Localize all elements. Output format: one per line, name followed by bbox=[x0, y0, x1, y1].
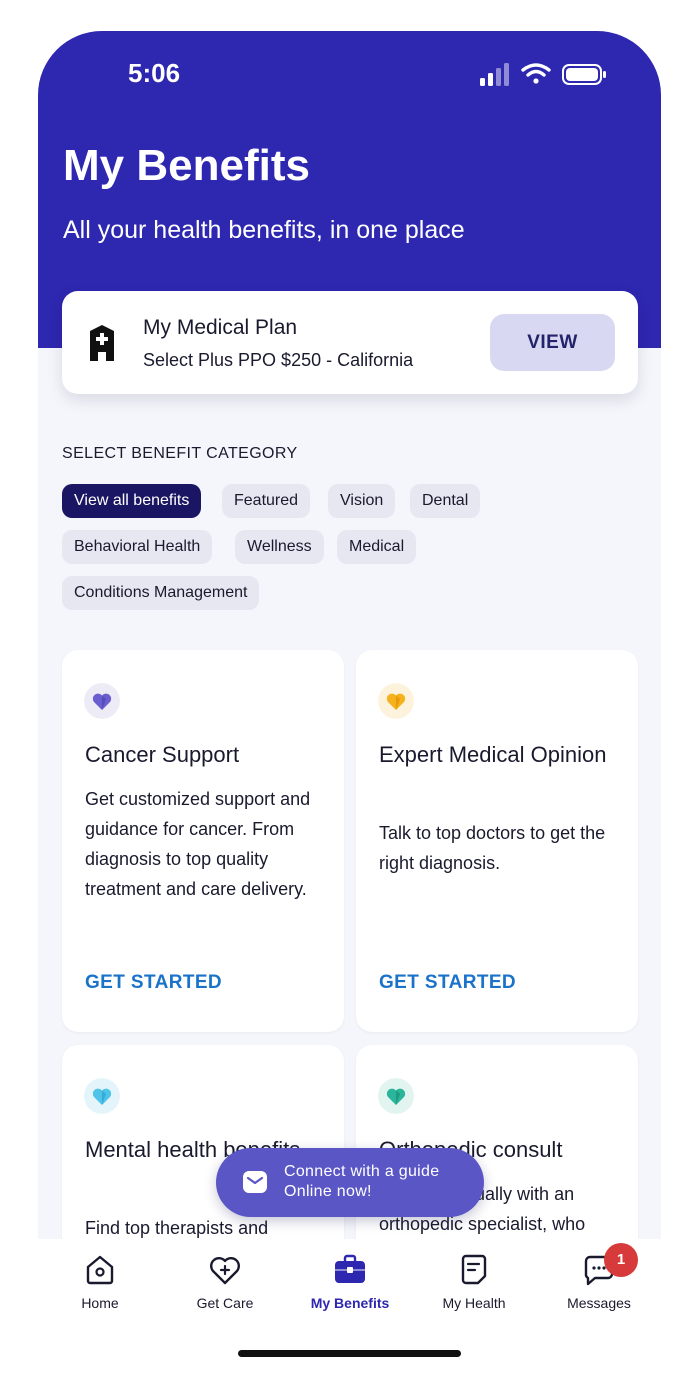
page-title: My Benefits bbox=[63, 141, 310, 190]
chip-wellness[interactable]: Wellness bbox=[235, 530, 324, 564]
tab-label: My Health bbox=[442, 1295, 506, 1311]
view-plan-button[interactable]: VIEW bbox=[490, 314, 615, 371]
tab-my-benefits[interactable]: My Benefits bbox=[288, 1253, 412, 1311]
home-icon bbox=[86, 1255, 114, 1285]
status-icons bbox=[480, 63, 606, 86]
heart-teal-icon bbox=[378, 1078, 414, 1114]
chip-vision[interactable]: Vision bbox=[328, 484, 396, 518]
plan-title: My Medical Plan bbox=[143, 316, 298, 339]
medical-plan-card[interactable]: My Medical Plan Select Plus PPO $250 - C… bbox=[62, 291, 638, 394]
chip-view-all-benefits[interactable]: View all benefits bbox=[62, 484, 202, 518]
message-icon bbox=[243, 1171, 267, 1193]
home-indicator[interactable] bbox=[238, 1350, 461, 1357]
heart-plus-icon bbox=[210, 1257, 240, 1285]
heart-blue-icon bbox=[84, 1078, 120, 1114]
page-subtitle: All your health benefits, in one place bbox=[63, 216, 465, 244]
tab-label: My Benefits bbox=[310, 1295, 390, 1311]
battery-icon bbox=[562, 64, 606, 85]
get-started-link[interactable]: GET STARTED bbox=[379, 972, 516, 994]
wifi-icon bbox=[521, 63, 551, 84]
hospital-icon bbox=[90, 325, 114, 361]
heart-yellow-icon bbox=[378, 683, 414, 719]
tab-messages[interactable]: Messages 1 bbox=[537, 1243, 661, 1311]
connect-guide-button[interactable]: Connect with a guide Online now! bbox=[216, 1148, 484, 1217]
card-title: Expert Medical Opinion bbox=[379, 742, 607, 767]
chip-featured[interactable]: Featured bbox=[222, 484, 311, 518]
chip-behavioral-health[interactable]: Behavioral Health bbox=[62, 530, 213, 564]
guide-status: Online now! bbox=[284, 1183, 372, 1200]
card-title: Cancer Support bbox=[85, 742, 240, 767]
tab-label: Get Care bbox=[196, 1295, 254, 1311]
app-screen: 5:06 My Benefits All your health benefit… bbox=[38, 31, 661, 1400]
messages-badge: 1 bbox=[604, 1243, 638, 1277]
category-section-label: SELECT BENEFIT CATEGORY bbox=[62, 445, 298, 462]
tab-home[interactable]: Home bbox=[38, 1253, 162, 1311]
guide-title: Connect with a guide bbox=[284, 1163, 440, 1180]
status-time: 5:06 bbox=[128, 58, 181, 88]
guide-text: Connect with a guide Online now! bbox=[284, 1162, 439, 1202]
tab-label: Home bbox=[81, 1295, 119, 1311]
card-description: Get customized support and guidance for … bbox=[85, 789, 311, 899]
benefit-card-cancer-support[interactable]: Cancer Support Get customized support an… bbox=[62, 650, 344, 1032]
plan-subtitle: Select Plus PPO $250 - California bbox=[143, 350, 414, 370]
signal-icon bbox=[480, 63, 509, 86]
heart-purple-icon bbox=[84, 683, 120, 719]
get-started-link[interactable]: GET STARTED bbox=[85, 972, 222, 994]
chip-dental[interactable]: Dental bbox=[410, 484, 481, 518]
benefit-card-expert-medical-opinion[interactable]: Expert Medical Opinion Talk to top docto… bbox=[356, 650, 638, 1032]
chip-medical[interactable]: Medical bbox=[337, 530, 417, 564]
tab-my-health[interactable]: My Health bbox=[412, 1253, 536, 1311]
tab-label: Messages bbox=[567, 1295, 631, 1311]
document-icon bbox=[461, 1254, 487, 1285]
briefcase-icon bbox=[335, 1254, 365, 1283]
chip-conditions-management[interactable]: Conditions Management bbox=[62, 576, 260, 610]
card-description: Talk to top doctors to get the right dia… bbox=[379, 823, 606, 873]
tab-get-care[interactable]: Get Care bbox=[163, 1253, 287, 1311]
bottom-tab-bar: Home Get Care My Benefits My Health Mess… bbox=[38, 1239, 661, 1400]
